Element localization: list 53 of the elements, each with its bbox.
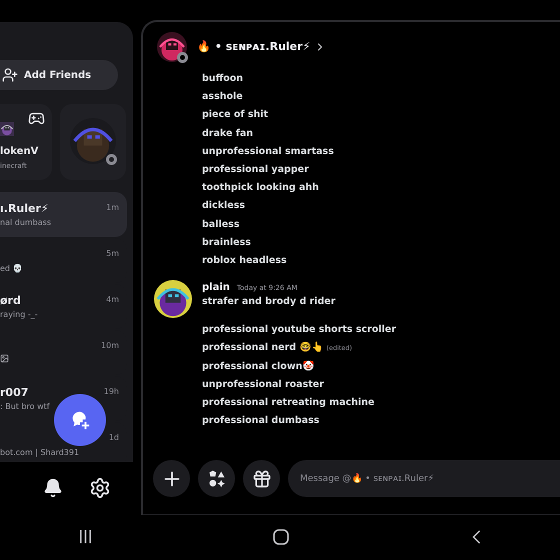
message-line: professional yapper [202,162,310,177]
image-icon [0,354,9,363]
activity-card[interactable] [60,104,126,180]
message-line: unprofessional smartass [202,144,335,159]
message-line: piece of shit [202,108,270,122]
dm-preview: nal dumbass [0,217,51,229]
dm-row[interactable]: ı.Ruler⚡ nal dumbass 1m [0,192,127,237]
dm-preview: ed 💀 [0,263,23,275]
message-line: toothpick looking ahh [202,181,320,196]
message-line: professional youtube shorts scroller [202,323,396,338]
message-line: asshole [202,90,244,104]
dm-preview: bot.com | Shard391 [0,447,80,459]
status-ring [106,154,117,165]
message-line: drake fan [202,126,254,141]
friend-name: lokenV [0,145,38,159]
add-friends-button[interactable]: Add Friends [0,60,118,90]
gift-icon [252,468,272,488]
dm-name: ørd [0,293,21,309]
message-line: professional clown🤡 [202,360,314,374]
message-line: professional nerd 🤓👆 [202,341,324,356]
shapes-icon [206,468,226,488]
apps-button[interactable] [198,460,235,497]
dm-name: r007 [0,385,28,401]
message-line: professional retreating machine [202,396,374,410]
dm-time: 4m [106,294,119,306]
dm-time: 1d [108,432,119,444]
message-line: balless [202,218,240,232]
settings-icon[interactable] [89,477,111,499]
add-user-icon [2,67,18,83]
home-icon[interactable] [273,529,289,545]
add-button[interactable] [153,460,190,497]
dm-time: 5m [106,248,119,260]
message-line: buffoon [202,72,244,86]
dm-preview: raying -_- [0,309,38,321]
message-line: strafer and brody d rider [202,295,336,310]
dm-preview: : But bro wtf [0,401,50,413]
message-line: brainless [202,236,252,250]
notifications-icon[interactable] [43,478,63,498]
gamepad-icon [28,110,45,127]
dm-time: 19h [104,386,119,398]
dm-time: 1m [106,202,119,214]
message-line: roblox headless [202,254,288,268]
author-name[interactable]: plain [202,280,230,296]
dm-name: ı.Ruler⚡ [0,201,49,217]
message-line: professional dumbass [202,414,320,428]
status-ring [177,52,188,63]
chat-title[interactable]: 🔥 • ꜱᴇɴᴘᴀɪ.Ruler⚡ [197,38,310,56]
gift-button[interactable] [243,460,280,497]
message-field[interactable]: Message @🔥 • ꜱᴇɴᴘᴀɪ.Ruler⚡ [288,460,560,497]
recents-icon[interactable] [78,529,93,544]
message-line: unprofessional roaster [202,378,324,392]
message-line: dickless [202,199,246,214]
dm-time: 10m [101,340,119,352]
